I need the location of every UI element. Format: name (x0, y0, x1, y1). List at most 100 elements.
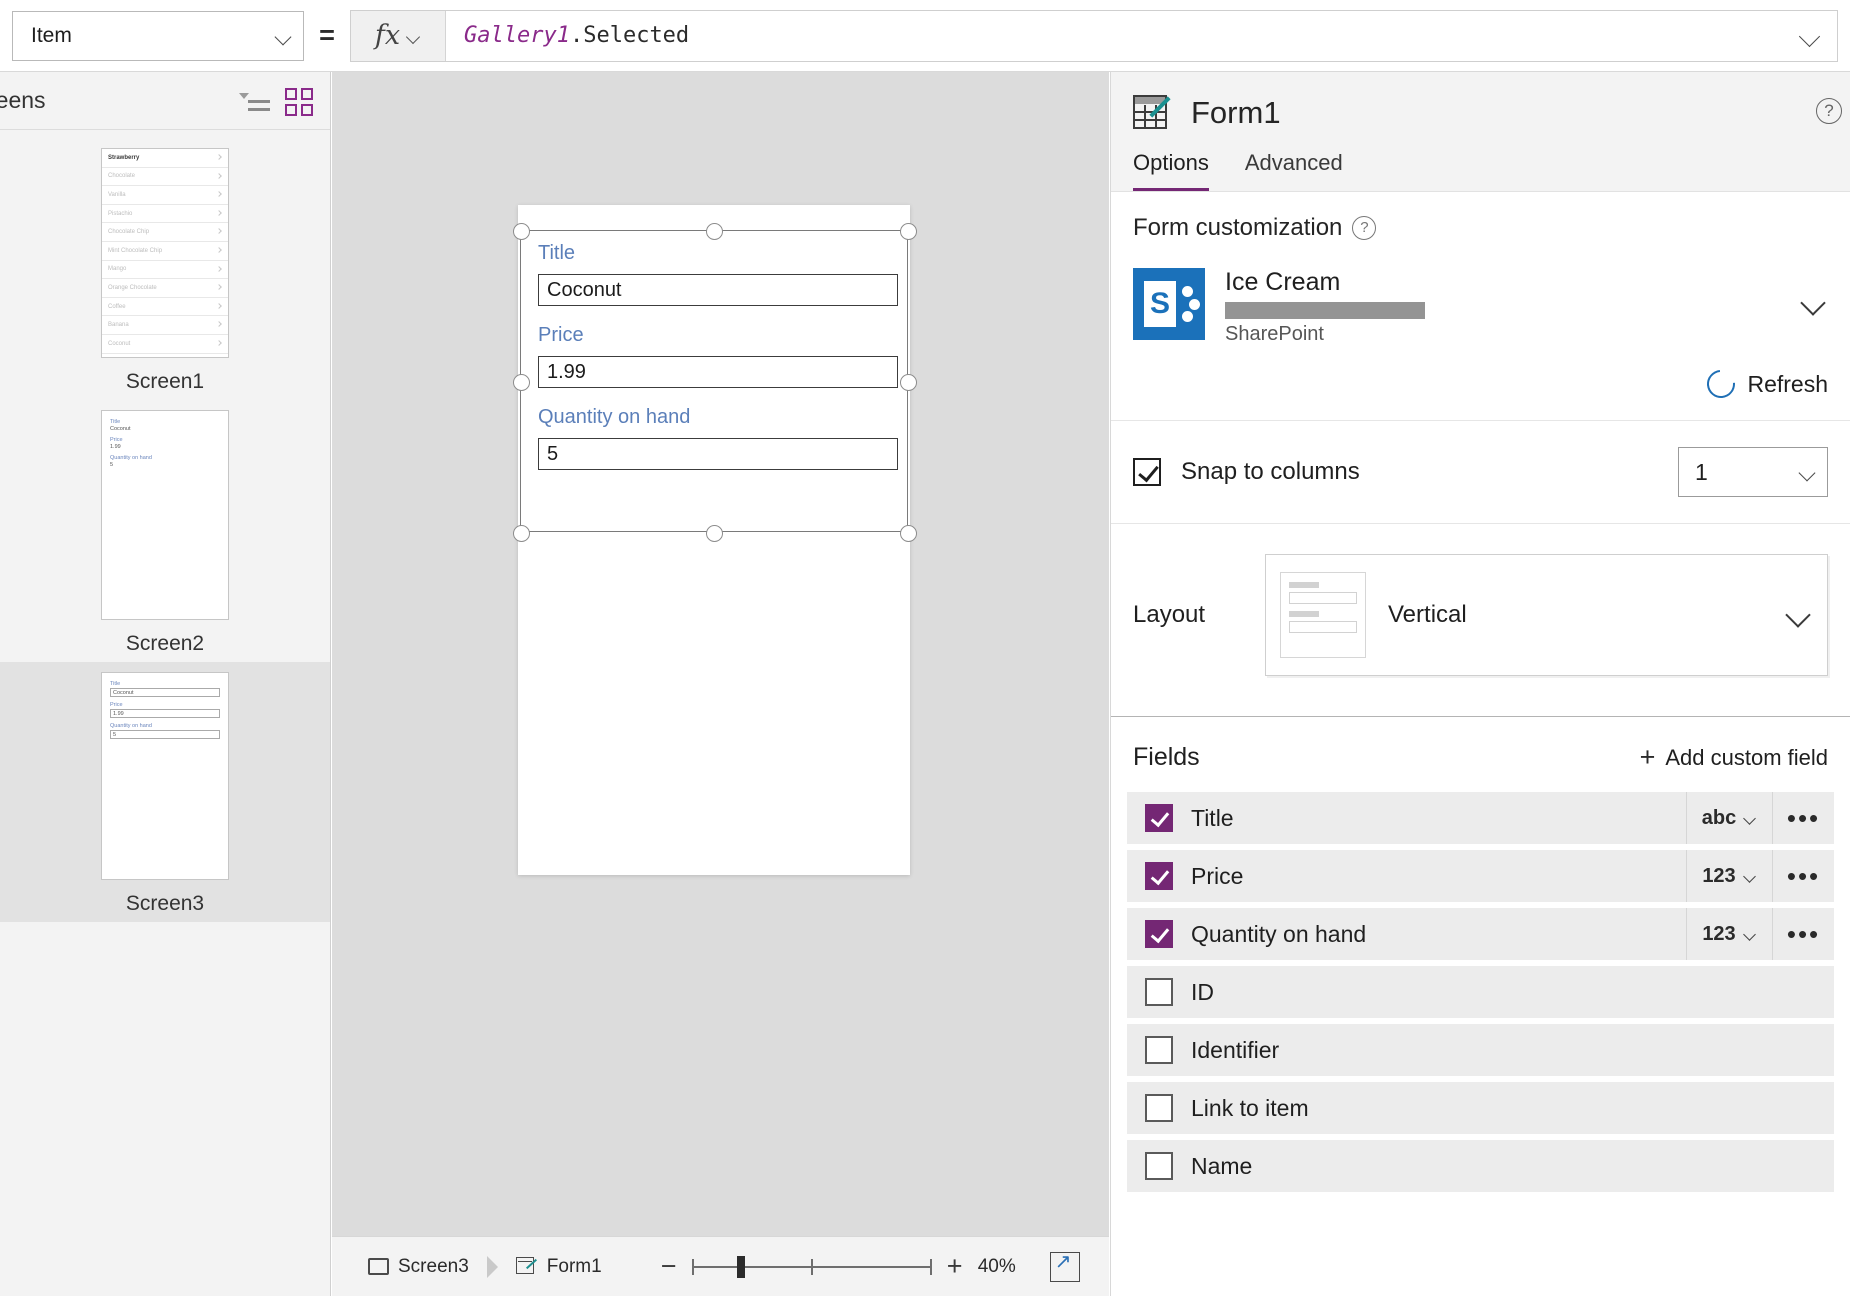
preview-value: 1.99 (110, 709, 220, 718)
help-icon[interactable]: ? (1352, 216, 1377, 240)
chevron-down-icon[interactable] (1802, 290, 1828, 316)
field-name: Link to item (1191, 1094, 1309, 1121)
field-more-button[interactable]: ••• (1772, 908, 1834, 960)
zoom-slider[interactable] (691, 1254, 932, 1280)
resize-handle-middle-left[interactable] (513, 374, 530, 391)
preview-value: Coconut (110, 688, 220, 697)
field-more-button[interactable]: ••• (1772, 850, 1834, 902)
chevron-down-icon (1744, 870, 1757, 883)
snap-to-columns-row: Snap to columns 1 (1111, 421, 1850, 524)
resize-handle-middle-right[interactable] (900, 374, 917, 391)
form-customization-section: Form customization ? S Ice Cream SharePo… (1111, 192, 1850, 421)
screen3-thumbnail: Title Coconut Price 1.99 Quantity on han… (101, 672, 229, 880)
field-name: Name (1191, 1152, 1253, 1179)
field-row-id[interactable]: ID (1127, 966, 1834, 1018)
grid-view-icon[interactable] (284, 86, 316, 116)
field-checkbox[interactable] (1145, 1152, 1173, 1180)
resize-handle-top-center[interactable] (706, 223, 723, 240)
equals-sign: = (319, 20, 335, 50)
data-source-name: Ice Cream (1225, 268, 1341, 296)
help-icon[interactable]: ? (1816, 98, 1842, 124)
sharepoint-logo-icon: S (1133, 268, 1205, 340)
zoom-in-button[interactable]: + (944, 1251, 966, 1282)
zoom-controls: − + 40% (658, 1249, 1080, 1282)
refresh-button[interactable]: Refresh (1133, 362, 1828, 420)
data-source-type: SharePoint (1225, 323, 1324, 345)
zoom-slider-knob[interactable] (736, 1255, 745, 1278)
resize-handle-bottom-right[interactable] (900, 525, 917, 542)
data-source-row[interactable]: S Ice Cream SharePoint (1133, 268, 1828, 362)
field-row-identifier[interactable]: Identifier (1127, 1024, 1834, 1076)
field-row-quantity-on-hand[interactable]: Quantity on hand 123 ••• (1127, 908, 1834, 960)
chevron-down-icon (1800, 25, 1822, 47)
fit-to-screen-icon[interactable] (1049, 1249, 1080, 1282)
field-input-title[interactable]: Coconut (538, 274, 898, 306)
snap-to-columns-checkbox[interactable] (1133, 458, 1161, 486)
fx-button[interactable]: fx (351, 10, 446, 61)
chevron-right-icon (216, 302, 222, 309)
tab-options[interactable]: Options (1133, 150, 1209, 191)
breadcrumb-item-form1[interactable]: Form1 (515, 1256, 602, 1278)
field-name: Title (1191, 804, 1234, 831)
field-checkbox[interactable] (1145, 1036, 1173, 1064)
tab-advanced[interactable]: Advanced (1245, 150, 1343, 191)
formula-expand-button[interactable] (1785, 25, 1837, 47)
preview-label: Price (110, 437, 123, 443)
formula-object: Gallery1 (464, 23, 570, 48)
add-custom-field-button[interactable]: + Add custom field (1640, 744, 1828, 771)
field-input-price[interactable]: 1.99 (538, 356, 898, 388)
columns-select[interactable]: 1 (1678, 447, 1828, 497)
section-heading: Form customization ? (1133, 214, 1828, 242)
field-label-quantity: Quantity on hand (538, 406, 691, 428)
field-row-price[interactable]: Price 123 ••• (1127, 850, 1834, 902)
resize-handle-top-left[interactable] (513, 223, 530, 240)
screen2-thumbnail: Title Coconut Price 1.99 Quantity on han… (101, 410, 229, 620)
field-checkbox[interactable] (1145, 978, 1173, 1006)
field-row-link-to-item[interactable]: Link to item (1127, 1082, 1834, 1134)
field-name: Quantity on hand (1191, 920, 1367, 947)
formula-bar: Item = fx Gallery1.Selected (0, 0, 1850, 72)
field-more-button[interactable]: ••• (1772, 792, 1834, 844)
tree-view-icon[interactable] (236, 86, 270, 116)
field-checkbox[interactable] (1145, 862, 1173, 890)
formula-input[interactable]: Gallery1.Selected (446, 23, 1785, 48)
field-type-select[interactable]: 123 (1686, 850, 1772, 902)
screen-item-screen3[interactable]: Title Coconut Price 1.99 Quantity on han… (0, 662, 330, 922)
field-checkbox[interactable] (1145, 1094, 1173, 1122)
page-title: Form1 (1191, 95, 1281, 130)
layout-row: Layout Vertical (1111, 524, 1850, 717)
zoom-slider-tick (691, 1258, 694, 1275)
screen-item-screen1[interactable]: Strawberry Chocolate Vanilla Pistachio C… (0, 138, 330, 400)
chevron-right-icon (216, 154, 222, 160)
form-control[interactable]: Title Coconut Price 1.99 Quantity on han… (538, 242, 898, 488)
properties-tabs: Options Advanced (1111, 140, 1850, 192)
field-checkbox[interactable] (1145, 804, 1173, 832)
field-checkbox[interactable] (1145, 920, 1173, 948)
formula-rest: .Selected (569, 23, 690, 48)
resize-handle-bottom-left[interactable] (513, 525, 530, 542)
property-selector[interactable]: Item (12, 10, 304, 61)
screen2-form-preview: Title Coconut Price 1.99 Quantity on han… (102, 411, 228, 468)
breadcrumb-label: Screen3 (398, 1255, 469, 1277)
chevron-right-icon (216, 172, 222, 179)
breadcrumb-separator-icon (486, 1255, 498, 1278)
field-row-title[interactable]: Title abc ••• (1127, 792, 1834, 844)
layout-select[interactable]: Vertical (1265, 554, 1828, 676)
field-row-name[interactable]: Name (1127, 1140, 1834, 1192)
field-type-select[interactable]: abc (1686, 792, 1772, 844)
resize-handle-top-right[interactable] (900, 223, 917, 240)
screen-item-screen2[interactable]: Title Coconut Price 1.99 Quantity on han… (0, 400, 330, 662)
field-input-quantity[interactable]: 5 (538, 438, 898, 470)
zoom-out-button[interactable]: − (658, 1251, 680, 1282)
preview-label: Title (110, 419, 121, 425)
zoom-level-label: 40% (977, 1255, 1016, 1277)
form-icon (515, 1257, 538, 1276)
app-canvas[interactable]: Title Coconut Price 1.99 Quantity on han… (332, 72, 1109, 1296)
breadcrumb-item-screen3[interactable]: Screen3 (368, 1256, 469, 1278)
snap-to-columns-label: Snap to columns (1181, 458, 1360, 485)
fields-list: Title abc ••• Price 123 ••• Quantity on … (1111, 792, 1850, 1192)
resize-handle-bottom-center[interactable] (706, 525, 723, 542)
chevron-down-icon (1744, 812, 1757, 825)
layout-preview-icon (1280, 572, 1366, 658)
field-type-select[interactable]: 123 (1686, 908, 1772, 960)
